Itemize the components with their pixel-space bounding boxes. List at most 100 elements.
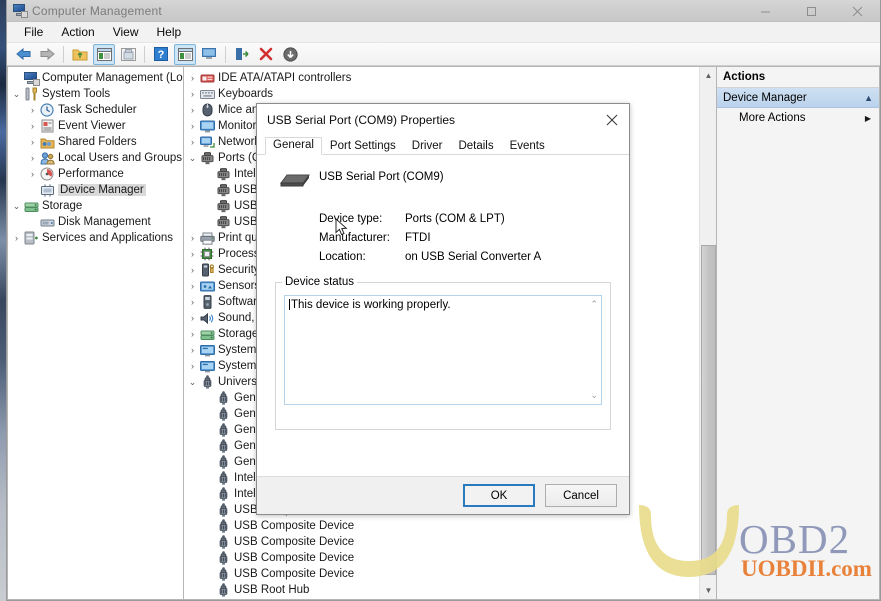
software-device-icon — [199, 295, 215, 309]
status-scroll-up-icon[interactable]: ⌃ — [590, 299, 598, 310]
chevron-down-icon[interactable]: ⌄ — [10, 201, 23, 212]
tree-item-label: USB Composite Device — [234, 568, 355, 580]
chevron-up-icon[interactable]: ▲ — [864, 93, 873, 103]
action-item-label: More Actions — [739, 112, 806, 124]
dialog-footer: OK Cancel — [257, 476, 629, 514]
chevron-down-icon[interactable]: ⌄ — [186, 153, 199, 164]
forward-button[interactable] — [36, 44, 58, 65]
tree-item-performance[interactable]: › Performance — [8, 166, 183, 182]
tree-item-system-tools[interactable]: ⌄ System Tools — [8, 86, 183, 102]
update-driver-button[interactable] — [231, 44, 253, 65]
services-icon — [23, 231, 39, 245]
tree-item-usb-root-hub[interactable]: USB Root Hub — [184, 582, 698, 598]
dialog-tab-port-settings[interactable]: Port Settings — [322, 138, 404, 155]
status-scroll-down-icon[interactable]: ⌄ — [590, 390, 598, 401]
chevron-right-icon[interactable]: › — [26, 153, 39, 163]
chevron-right-icon[interactable]: › — [186, 265, 199, 275]
up-one-level-button[interactable] — [69, 44, 91, 65]
tree-item-storage[interactable]: ⌄ Storage — [8, 198, 183, 214]
dialog-tab-general[interactable]: General — [265, 137, 322, 155]
chevron-right-icon[interactable]: › — [186, 313, 199, 323]
usb-icon — [215, 487, 231, 501]
tree-item-usb-composite-device[interactable]: USB Composite Device — [184, 550, 698, 566]
tree-item-keyboards[interactable]: › Keyboards — [184, 86, 698, 102]
tree-item-usb-composite-device[interactable]: USB Composite Device — [184, 518, 698, 534]
dialog-titlebar[interactable]: USB Serial Port (COM9) Properties — [257, 104, 629, 135]
tree-item-ide-ata-atapi-controllers[interactable]: › IDE ATA/ATAPI controllers — [184, 70, 698, 86]
tree-item-usb-composite-device[interactable]: USB Composite Device — [184, 534, 698, 550]
chevron-right-icon[interactable]: › — [186, 329, 199, 339]
tree-item-disk-management[interactable]: Disk Management — [8, 214, 183, 230]
tree-item-local-users-and-groups[interactable]: › Local Users and Groups — [8, 150, 183, 166]
show-hide-action-pane-button[interactable] — [174, 43, 196, 65]
chevron-right-icon[interactable]: › — [26, 105, 39, 115]
printer-icon — [199, 232, 215, 245]
show-hide-console-tree-button[interactable] — [93, 43, 115, 65]
dialog-tab-driver[interactable]: Driver — [404, 138, 451, 155]
tree-root-computer-management[interactable]: › Computer Management (Local) — [8, 70, 183, 86]
scrollbar-thumb[interactable] — [701, 245, 716, 575]
tree-item-label: Performance — [58, 168, 124, 180]
maximize-button[interactable] — [788, 0, 834, 22]
ok-button[interactable]: OK — [463, 484, 535, 507]
chevron-right-icon[interactable]: › — [186, 105, 199, 115]
dialog-tab-events[interactable]: Events — [502, 138, 553, 155]
chevron-right-icon[interactable]: › — [186, 249, 199, 259]
close-button[interactable] — [834, 0, 880, 22]
console-tree-pane[interactable]: › Computer Management (Local) ⌄ System To… — [7, 66, 183, 600]
menu-action[interactable]: Action — [52, 23, 103, 41]
properties-button[interactable] — [198, 44, 220, 65]
chevron-right-icon[interactable]: › — [186, 73, 199, 83]
system-device-icon — [199, 360, 215, 373]
usb-icon — [215, 439, 231, 453]
actions-group-device-manager[interactable]: Device Manager ▲ — [717, 88, 879, 108]
tree-item-label: Keyboards — [218, 88, 273, 100]
uninstall-device-button[interactable] — [255, 44, 277, 65]
tree-item-usb-composite-device[interactable]: USB Composite Device — [184, 566, 698, 582]
chevron-right-icon[interactable]: › — [186, 89, 199, 99]
cancel-button[interactable]: Cancel — [545, 484, 617, 507]
chevron-right-icon[interactable]: › — [26, 169, 39, 179]
tree-item-shared-folders[interactable]: › Shared Folders — [8, 134, 183, 150]
property-value: FTDI — [405, 231, 431, 244]
export-list-button[interactable] — [117, 44, 139, 65]
chevron-right-icon[interactable]: › — [186, 345, 199, 355]
back-button[interactable] — [12, 44, 34, 65]
minimize-button[interactable] — [742, 0, 788, 22]
window-titlebar[interactable]: Computer Management — [7, 0, 880, 22]
usb-icon — [215, 391, 231, 405]
chevron-right-icon[interactable]: › — [10, 233, 23, 243]
scroll-up-button[interactable]: ▲ — [700, 67, 716, 84]
tree-item-device-manager[interactable]: Device Manager — [8, 182, 183, 198]
menu-help[interactable]: Help — [148, 23, 191, 41]
chevron-right-icon[interactable]: › — [186, 297, 199, 307]
action-item-more-actions[interactable]: More Actions ▶ — [717, 108, 879, 128]
tree-item-label: Storage — [42, 200, 83, 212]
device-status-textbox[interactable]: This device is working properly. ⌃ ⌄ — [284, 295, 602, 405]
chevron-right-icon[interactable]: › — [186, 121, 199, 131]
console-tree-items: ⌄ System Tools › Task Scheduler › Event Viewe… — [8, 86, 183, 246]
help-button[interactable]: ? — [150, 44, 172, 65]
chevron-right-icon[interactable]: › — [186, 233, 199, 243]
chevron-right-icon: ▶ — [864, 113, 871, 123]
scan-hardware-changes-button[interactable] — [279, 44, 301, 65]
chevron-right-icon[interactable]: › — [186, 137, 199, 147]
device-tree-scrollbar[interactable]: ▲ ▼ — [699, 67, 716, 599]
dialog-tab-details[interactable]: Details — [450, 138, 501, 155]
scroll-down-button[interactable]: ▼ — [700, 582, 716, 599]
menu-view[interactable]: View — [104, 23, 148, 41]
usb-icon — [215, 471, 231, 485]
dialog-close-button[interactable] — [595, 104, 629, 135]
menu-file[interactable]: File — [15, 23, 52, 41]
chevron-right-icon[interactable]: › — [186, 281, 199, 291]
tree-item-task-scheduler[interactable]: › Task Scheduler — [8, 102, 183, 118]
tree-item-services-and-applications[interactable]: › Services and Applications — [8, 230, 183, 246]
chevron-down-icon[interactable]: ⌄ — [186, 377, 199, 388]
chevron-down-icon[interactable]: ⌄ — [10, 89, 23, 100]
chevron-right-icon[interactable]: › — [26, 137, 39, 147]
window-buttons — [742, 0, 880, 22]
toolbar-separator — [144, 45, 145, 63]
tree-item-event-viewer[interactable]: › Event Viewer — [8, 118, 183, 134]
chevron-right-icon[interactable]: › — [186, 361, 199, 371]
chevron-right-icon[interactable]: › — [26, 121, 39, 131]
